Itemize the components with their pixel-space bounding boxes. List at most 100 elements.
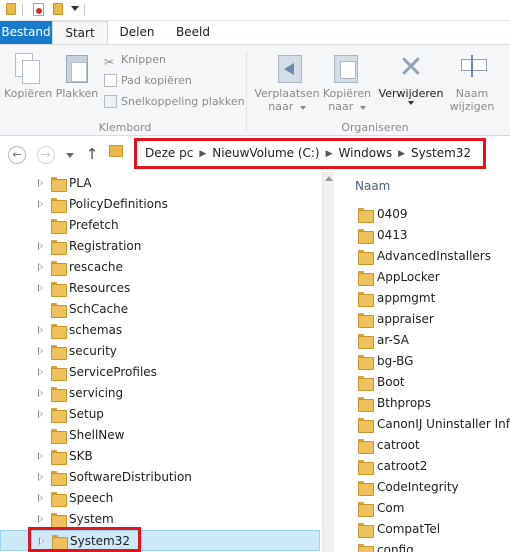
folder-icon[interactable] — [6, 3, 16, 15]
new-folder-icon[interactable] — [53, 3, 63, 15]
file-list-item[interactable]: config — [335, 540, 510, 552]
back-arrow-icon[interactable]: ← — [8, 146, 26, 164]
copy-to-label-2: naar — [328, 100, 354, 113]
tree-item[interactable]: Speech — [0, 488, 320, 509]
tree-item[interactable]: security — [0, 341, 320, 362]
expand-arrow-icon[interactable] — [38, 389, 43, 397]
file-list-item[interactable]: CanonIJ Uninstaller Inform — [335, 414, 510, 435]
tree-item[interactable]: ShellNew — [0, 425, 320, 446]
expand-arrow-icon[interactable] — [38, 494, 43, 502]
expand-arrow-icon[interactable] — [38, 263, 43, 271]
tree-item[interactable]: Prefetch — [0, 215, 320, 236]
file-list-item[interactable]: CompatTel — [335, 519, 510, 540]
tree-item-label: SKB — [69, 449, 93, 463]
column-header-name[interactable]: Naam — [335, 172, 510, 202]
expand-arrow-icon[interactable] — [38, 200, 43, 208]
chevron-right-icon[interactable]: ▶ — [199, 142, 206, 167]
tree-item[interactable]: PolicyDefinitions — [0, 194, 320, 215]
file-list-item[interactable]: AppLocker — [335, 267, 510, 288]
expand-arrow-icon[interactable] — [38, 326, 43, 334]
tab-file[interactable]: Bestand — [0, 21, 52, 44]
copy-path-button[interactable]: Pad kopiëren — [104, 72, 192, 89]
expand-arrow-icon[interactable] — [38, 179, 43, 187]
copy-path-label: Pad kopiëren — [121, 74, 192, 87]
delete-icon: ✕ — [398, 50, 424, 85]
breadcrumb-this-pc[interactable]: Deze pc — [145, 146, 193, 160]
recent-locations-dropdown-icon[interactable] — [66, 153, 74, 158]
file-list-item-label: bg-BG — [377, 354, 414, 368]
copy-to-label-1: Kopiëren — [322, 87, 372, 100]
address-bar[interactable]: Deze pc ▶ NieuwVolume (C:) ▶ Windows ▶ System3… — [134, 138, 486, 169]
expand-arrow-icon[interactable] — [38, 368, 43, 376]
tab-share[interactable]: Delen — [112, 21, 162, 44]
file-list-item[interactable]: AdvancedInstallers — [335, 246, 510, 267]
tree-item[interactable]: Setup — [0, 404, 320, 425]
file-list-item-label: CanonIJ Uninstaller Inform — [377, 417, 510, 431]
copy-button[interactable]: Kopiëren — [4, 53, 52, 100]
copy-to-button[interactable]: Kopiëren naar — [320, 53, 374, 113]
tree-item[interactable]: servicing — [0, 383, 320, 404]
breadcrumb-drive[interactable]: NieuwVolume (C:) — [212, 146, 319, 160]
paste-shortcut-button[interactable]: Snelkoppeling plakken — [104, 93, 245, 110]
rename-button[interactable]: Naam wijzigen — [446, 53, 498, 113]
file-list-item[interactable]: catroot2 — [335, 456, 510, 477]
tree-item[interactable]: SoftwareDistribution — [0, 467, 320, 488]
tree-item[interactable]: ServiceProfiles — [0, 362, 320, 383]
tab-home[interactable]: Start — [52, 21, 108, 44]
expand-arrow-icon[interactable] — [38, 452, 43, 460]
rename-label-2: wijzigen — [449, 100, 495, 113]
scroll-up-icon[interactable] — [325, 176, 333, 181]
folder-icon — [51, 492, 67, 507]
properties-icon[interactable] — [33, 3, 44, 16]
expand-arrow-icon[interactable] — [38, 473, 43, 481]
expand-arrow-icon[interactable] — [38, 242, 43, 250]
expand-arrow-icon[interactable] — [38, 284, 43, 292]
folder-icon — [51, 240, 67, 255]
expand-arrow-icon[interactable] — [38, 515, 43, 523]
column-header-label: Naam — [355, 179, 391, 193]
folder-icon — [358, 355, 374, 370]
tree-item[interactable]: PLA — [0, 173, 320, 194]
file-list-item[interactable]: appraiser — [335, 309, 510, 330]
customize-toolbar-dropdown-icon[interactable] — [71, 6, 79, 11]
file-list-item[interactable]: CodeIntegrity — [335, 477, 510, 498]
cut-button[interactable]: ✂ Knippen — [104, 51, 166, 69]
file-list-item[interactable]: 0409 — [335, 204, 510, 225]
file-list-item[interactable]: bg-BG — [335, 351, 510, 372]
cut-label: Knippen — [121, 53, 166, 66]
tab-view[interactable]: Beeld — [168, 21, 218, 44]
file-list-item[interactable]: catroot — [335, 435, 510, 456]
file-list-item[interactable]: Bthprops — [335, 393, 510, 414]
tree-item-label: servicing — [69, 386, 124, 400]
move-to-icon — [270, 53, 304, 83]
file-list-item[interactable]: appmgmt — [335, 288, 510, 309]
tree-item-label: security — [69, 344, 117, 358]
up-arrow-icon[interactable]: ↑ — [84, 145, 100, 163]
breadcrumb-windows[interactable]: Windows — [339, 146, 393, 160]
delete-button[interactable]: ✕ Verwijderen — [378, 53, 444, 105]
file-list-item[interactable]: Com — [335, 498, 510, 519]
tree-item-label: PolicyDefinitions — [69, 197, 168, 211]
tree-item[interactable]: Registration — [0, 236, 320, 257]
forward-arrow-icon[interactable]: → — [37, 146, 55, 164]
chevron-down-icon — [299, 106, 306, 110]
chevron-right-icon[interactable]: ▶ — [398, 142, 405, 167]
tree-item-label: rescache — [69, 260, 123, 274]
breadcrumb-system32[interactable]: System32 — [411, 146, 471, 160]
chevron-right-icon[interactable]: ▶ — [326, 142, 333, 167]
tree-item[interactable]: schemas — [0, 320, 320, 341]
expand-arrow-icon[interactable] — [38, 410, 43, 418]
expand-arrow-icon[interactable] — [38, 347, 43, 355]
tree-item[interactable]: rescache — [0, 257, 320, 278]
folder-icon — [358, 397, 374, 412]
navigation-pane-scrollbar[interactable] — [322, 172, 334, 552]
folder-icon — [51, 366, 67, 381]
tree-item[interactable]: Resources — [0, 278, 320, 299]
tree-item[interactable]: SKB — [0, 446, 320, 467]
file-list-item[interactable]: ar-SA — [335, 330, 510, 351]
move-to-button[interactable]: Verplaatsen naar — [254, 53, 320, 113]
file-list-item[interactable]: 0413 — [335, 225, 510, 246]
paste-button[interactable]: Plakken — [54, 53, 100, 100]
file-list-item[interactable]: Boot — [335, 372, 510, 393]
tree-item[interactable]: SchCache — [0, 299, 320, 320]
